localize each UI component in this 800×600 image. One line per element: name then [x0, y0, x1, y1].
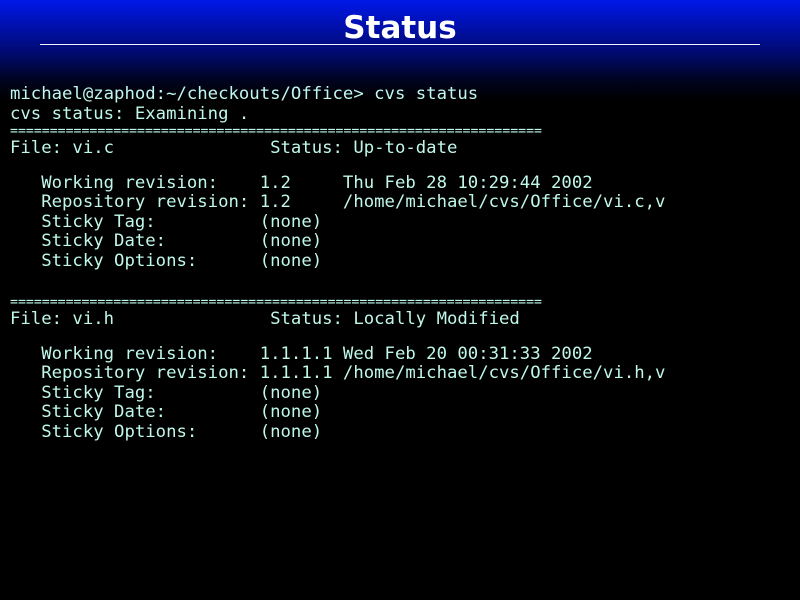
- repository-revision-line: Repository revision: 1.2 /home/michael/c…: [10, 193, 666, 212]
- slide-title: Status: [343, 10, 457, 46]
- separator-line: ========================================…: [10, 295, 542, 310]
- file-status-line: File: vi.c Status: Up-to-date: [10, 139, 458, 158]
- examining-line: cvs status: Examining .: [10, 104, 250, 124]
- sticky-tag-line: Sticky Tag: (none): [10, 212, 323, 232]
- sticky-tag-line: Sticky Tag: (none): [10, 383, 323, 403]
- sticky-options-line: Sticky Options: (none): [10, 422, 323, 442]
- sticky-date-line: Sticky Date: (none): [10, 232, 323, 251]
- file-status-line: File: vi.h Status: Locally Modified: [10, 310, 520, 329]
- terminal-output: michael@zaphod:~/checkouts/Office> cvs s…: [10, 85, 790, 442]
- working-revision-line: Working revision: 1.1.1.1 Wed Feb 20 00:…: [10, 344, 593, 364]
- repository-revision-line: Repository revision: 1.1.1.1 /home/micha…: [10, 364, 666, 383]
- sticky-options-line: Sticky Options: (none): [10, 251, 323, 271]
- working-revision-line: Working revision: 1.2 Thu Feb 28 10:29:4…: [10, 173, 593, 193]
- sticky-date-line: Sticky Date: (none): [10, 403, 323, 422]
- prompt-line: michael@zaphod:~/checkouts/Office> cvs s…: [10, 85, 479, 104]
- title-underline: [40, 44, 760, 45]
- slide: Status michael@zaphod:~/checkouts/Office…: [0, 0, 800, 600]
- separator-line: ========================================…: [10, 124, 542, 139]
